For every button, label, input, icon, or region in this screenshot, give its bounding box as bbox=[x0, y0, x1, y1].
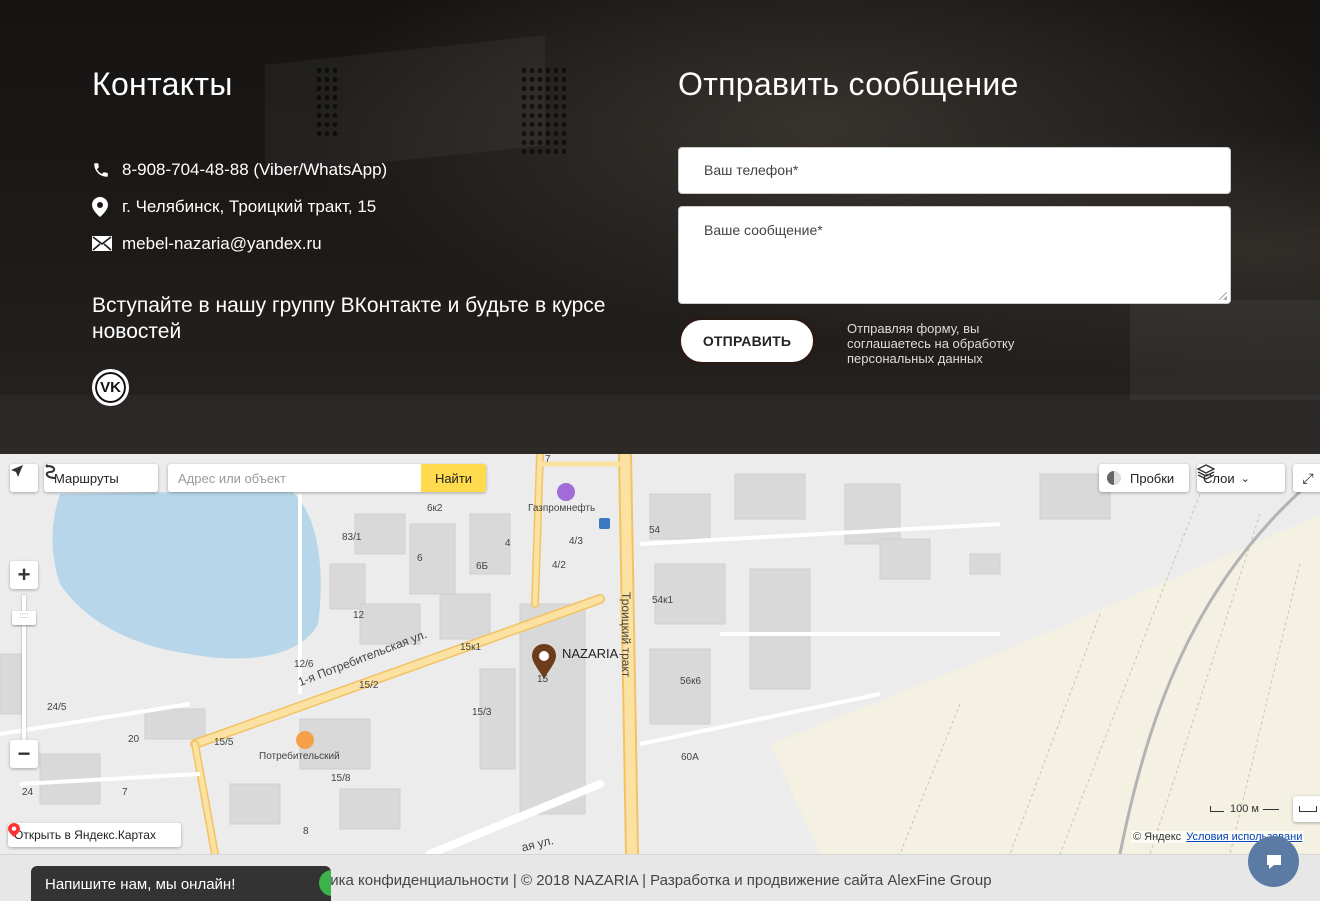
open-yandex-maps-link[interactable]: Открыть в Яндекс.Картах bbox=[8, 823, 181, 847]
map-label: Потребительский bbox=[259, 751, 340, 762]
vk-join-text: Вступайте в нашу группу ВКонтакте и будь… bbox=[92, 294, 606, 343]
traffic-button[interactable]: Пробки bbox=[1099, 464, 1189, 492]
map-label: 54к1 bbox=[652, 595, 674, 606]
marker-label[interactable]: NAZARIA bbox=[562, 646, 618, 661]
message-form: Отправить сообщение Ваш телефон* Ваше со… bbox=[678, 66, 1231, 366]
location-pin-icon bbox=[92, 196, 122, 217]
route-icon bbox=[45, 464, 57, 479]
scale-bar bbox=[1210, 806, 1224, 812]
map-label: 12/6 bbox=[294, 659, 314, 670]
map-label: 15/2 bbox=[359, 680, 379, 691]
contacts-title: Контакты bbox=[92, 66, 233, 102]
ruler-icon bbox=[1299, 806, 1317, 812]
form-title: Отправить сообщение bbox=[678, 66, 1019, 102]
mail-icon bbox=[92, 236, 122, 251]
layers-icon bbox=[1197, 464, 1215, 480]
footer-text[interactable]: итика конфиденциальности | © 2018 NAZARI… bbox=[315, 872, 992, 889]
contacts-section: Контакты 8-908-704-48-88 (Viber/WhatsApp… bbox=[0, 0, 1320, 454]
vk-icon[interactable]: VK bbox=[92, 369, 129, 406]
map-label: 6 bbox=[417, 553, 423, 564]
contacts-column: Контакты 8-908-704-48-88 (Viber/WhatsApp… bbox=[92, 66, 632, 406]
map-label: 54 bbox=[649, 525, 661, 536]
routes-label: Маршруты bbox=[54, 470, 119, 486]
vk-icon-label: VK bbox=[100, 379, 121, 396]
contact-address: г. Челябинск, Троицкий тракт, 15 bbox=[92, 188, 632, 225]
map-label: 8 bbox=[303, 826, 309, 837]
map-label: 4/2 bbox=[552, 560, 566, 571]
yandex-map[interactable]: 7 6к2 Газпромнефть 83/1 4 4/3 54 6 6Б 4/… bbox=[0, 454, 1320, 854]
phone-text[interactable]: 8-908-704-48-88 (Viber/WhatsApp) bbox=[122, 160, 387, 180]
chat-icon bbox=[1266, 854, 1281, 869]
contact-phone: 8-908-704-48-88 (Viber/WhatsApp) bbox=[92, 151, 632, 188]
chevron-down-icon: ⌄ bbox=[1240, 472, 1250, 485]
routes-button[interactable]: Маршруты bbox=[44, 464, 158, 492]
map-label: 12 bbox=[353, 610, 365, 621]
map-label: 83/1 bbox=[342, 532, 362, 543]
ruler-button[interactable] bbox=[1293, 796, 1320, 822]
scale-label: 100 м bbox=[1230, 803, 1259, 815]
submit-button[interactable]: ОТПРАВИТЬ bbox=[678, 317, 816, 365]
map-scale: 100 м bbox=[1210, 803, 1279, 815]
copyright-text: © Яндекс bbox=[1133, 831, 1182, 843]
message-textarea[interactable]: Ваше сообщение* bbox=[678, 206, 1231, 304]
traffic-label: Пробки bbox=[1130, 470, 1175, 486]
map-label: 4 bbox=[505, 538, 511, 549]
chat-bubble-button[interactable] bbox=[1248, 836, 1299, 887]
map-search-input[interactable]: Адрес или объект bbox=[168, 464, 421, 492]
scale-line bbox=[1262, 808, 1279, 810]
form-actions: ОТПРАВИТЬ Отправляя форму, вы соглашаете… bbox=[678, 317, 1231, 366]
phone-input[interactable]: Ваш телефон* bbox=[678, 147, 1231, 194]
find-button[interactable]: Найти bbox=[421, 464, 486, 492]
privacy-agree-text: Отправляя форму, вы соглашаетесь на обра… bbox=[847, 321, 1015, 366]
fullscreen-button[interactable]: ⤢ bbox=[1293, 464, 1320, 492]
map-label: 4/3 bbox=[569, 536, 583, 547]
online-chat-tab[interactable]: Напишите нам, мы онлайн! bbox=[31, 866, 331, 901]
zoom-out-button[interactable]: − bbox=[10, 740, 38, 768]
map-label: Газпромнефть bbox=[528, 503, 596, 514]
traffic-icon bbox=[1107, 471, 1121, 485]
map-label: 6к2 bbox=[427, 503, 443, 514]
bus-stop-icon bbox=[599, 518, 610, 529]
map-label: 15к1 bbox=[460, 642, 482, 653]
open-yandex-maps-label: Открыть в Яндекс.Картах bbox=[14, 828, 156, 842]
shop-icon bbox=[296, 731, 314, 749]
email-link[interactable]: mebel-nazaria@yandex.ru bbox=[122, 234, 322, 254]
chat-tab-label: Напишите нам, мы онлайн! bbox=[45, 876, 236, 893]
map-label: 7 bbox=[122, 787, 128, 798]
geolocation-button[interactable] bbox=[10, 464, 38, 492]
zoom-control: + :::: − bbox=[10, 561, 38, 771]
map-label: 6Б bbox=[476, 561, 489, 572]
phone-icon bbox=[92, 161, 122, 179]
street-label: Троицкий тракт bbox=[619, 592, 633, 678]
navigation-arrow-icon bbox=[11, 465, 23, 477]
map-label: 15/3 bbox=[472, 707, 492, 718]
layers-button[interactable]: Слои ⌄ bbox=[1197, 464, 1285, 492]
map-canvas[interactable] bbox=[0, 454, 1320, 854]
address-text: г. Челябинск, Троицкий тракт, 15 bbox=[122, 196, 377, 216]
gas-station-icon bbox=[557, 483, 575, 501]
map-label: 15/5 bbox=[214, 737, 234, 748]
map-label: 24 bbox=[22, 787, 34, 798]
zoom-in-button[interactable]: + bbox=[10, 561, 38, 589]
expand-icon: ⤢ bbox=[1302, 469, 1314, 486]
map-label: 15 bbox=[537, 674, 549, 685]
contact-email: mebel-nazaria@yandex.ru bbox=[92, 225, 632, 262]
map-label: 60А bbox=[681, 752, 699, 763]
zoom-slider-thumb[interactable]: :::: bbox=[12, 611, 36, 625]
contacts-list: 8-908-704-48-88 (Viber/WhatsApp) г. Челя… bbox=[92, 151, 632, 262]
map-label: 7 bbox=[545, 454, 551, 465]
map-label: 20 bbox=[128, 734, 140, 745]
map-search: Адрес или объект Найти bbox=[168, 464, 486, 492]
online-status-indicator bbox=[319, 870, 331, 896]
map-pin-icon bbox=[8, 823, 20, 837]
map-label: 24/5 bbox=[47, 702, 67, 713]
map-label: 56к6 bbox=[680, 676, 702, 687]
map-label: 15/8 bbox=[331, 773, 351, 784]
